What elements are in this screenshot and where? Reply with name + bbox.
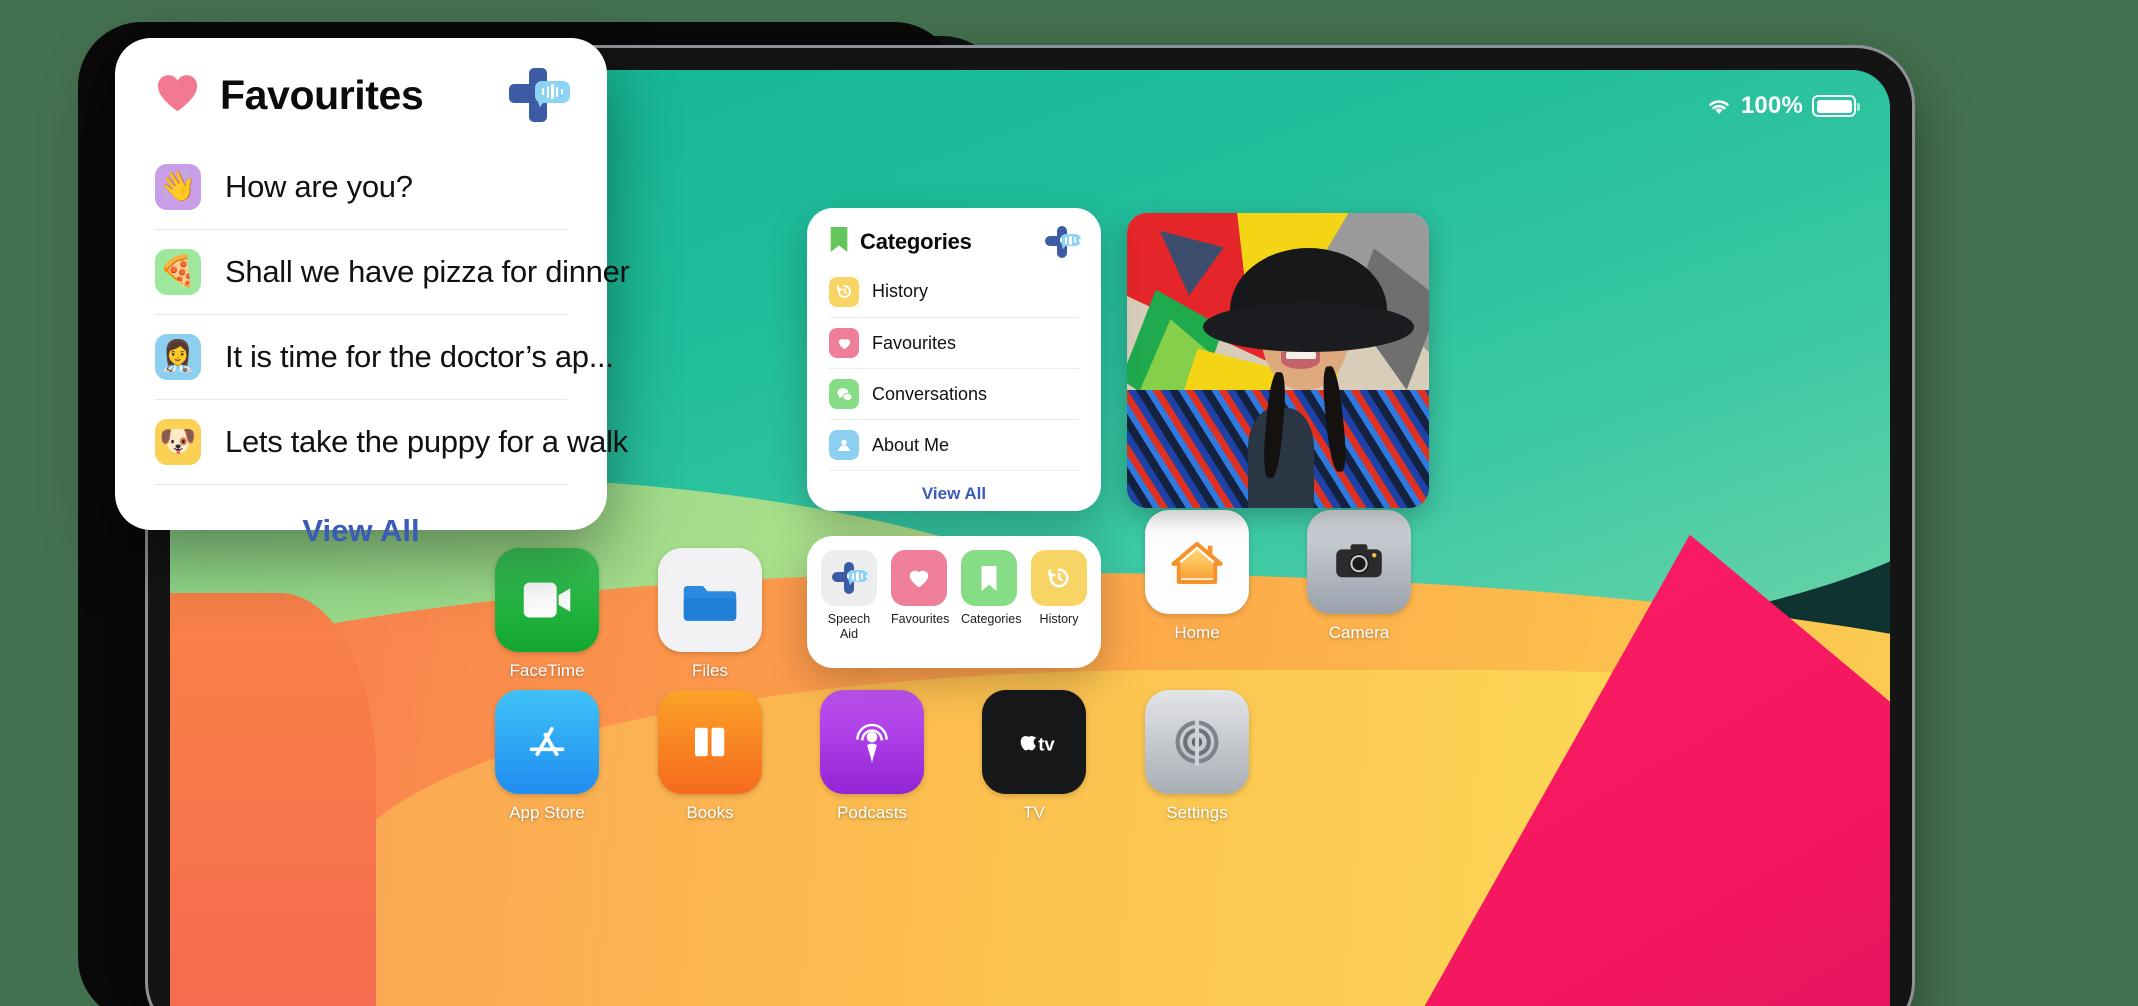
app-label: History bbox=[1039, 612, 1079, 626]
category-label: History bbox=[872, 281, 929, 301]
favourite-row[interactable]: 🍕 Shall we have pizza for dinner bbox=[155, 229, 630, 314]
app-cell-favourites[interactable]: Favourites bbox=[891, 550, 950, 642]
favourite-row[interactable]: 🐶 Lets take the puppy for a walk bbox=[155, 399, 628, 484]
favourite-phrase: It is time for the doctor’s ap... bbox=[225, 339, 614, 374]
apple-tv-icon: tv bbox=[982, 690, 1086, 794]
bookmark-icon bbox=[961, 550, 1017, 606]
categories-title: Categories bbox=[860, 229, 972, 254]
category-row[interactable]: About Me bbox=[829, 419, 1079, 470]
books-icon bbox=[658, 690, 762, 794]
favourite-row[interactable]: 👋 How are you? bbox=[155, 144, 567, 229]
home-icon-facetime[interactable]: FaceTime bbox=[495, 548, 599, 681]
camera-icon bbox=[1307, 510, 1411, 614]
conversations-icon bbox=[829, 379, 859, 409]
emoji-tile: 🍕 bbox=[155, 249, 201, 295]
categories-header: Categories bbox=[829, 226, 1082, 258]
plus-speech-glyph bbox=[832, 562, 869, 594]
categories-card: Categories History Favourites Conversati… bbox=[807, 208, 1101, 511]
home-icon-label: Settings bbox=[1166, 803, 1228, 822]
app-label: Categories bbox=[961, 612, 1022, 626]
battery-icon bbox=[1812, 95, 1860, 117]
home-icon-apple-tv[interactable]: tv TV bbox=[982, 690, 1086, 823]
home-icon-home[interactable]: Home bbox=[1145, 510, 1249, 643]
home-icon-label: Home bbox=[1174, 623, 1220, 642]
app-label: Speech Aid bbox=[827, 612, 871, 641]
facetime-icon bbox=[495, 548, 599, 652]
category-label: About Me bbox=[872, 434, 950, 455]
category-row[interactable]: History bbox=[829, 266, 1079, 317]
home-icon-label: FaceTime bbox=[509, 661, 585, 680]
home-icon-podcasts[interactable]: Podcasts bbox=[820, 690, 924, 823]
settings-icon bbox=[1145, 690, 1249, 794]
home-icon-label: Files bbox=[692, 661, 728, 680]
favourite-phrase: Lets take the puppy for a walk bbox=[225, 424, 628, 459]
app-cell-speech-aid[interactable]: Speech Aid bbox=[821, 550, 877, 642]
home-icon-label: Podcasts bbox=[837, 803, 907, 822]
favourite-row[interactable]: 👩‍⚕️ It is time for the doctor’s ap... bbox=[155, 314, 614, 399]
home-icon-settings[interactable]: Settings bbox=[1145, 690, 1249, 823]
person-icon bbox=[829, 430, 859, 460]
app-label: Favourites bbox=[891, 612, 950, 626]
speech-bubble-shape bbox=[846, 569, 869, 583]
home-icon-app-store[interactable]: App Store bbox=[495, 690, 599, 823]
speech-aid-plus-icon[interactable] bbox=[1045, 226, 1082, 258]
favourites-title: Favourites bbox=[220, 71, 424, 118]
home-icon-label: App Store bbox=[509, 803, 585, 822]
photo-hat-brim bbox=[1202, 301, 1414, 352]
speech-bubble-shape bbox=[534, 80, 571, 103]
category-row[interactable]: Conversations bbox=[829, 368, 1079, 419]
battery-percent-label: 100% bbox=[1740, 92, 1803, 119]
app-cell-categories[interactable]: Categories bbox=[961, 550, 1022, 642]
category-label: Favourites bbox=[872, 332, 957, 353]
history-icon bbox=[829, 276, 859, 307]
home-icon-label: Books bbox=[686, 803, 734, 822]
emoji-tile: 👩‍⚕️ bbox=[155, 334, 201, 380]
status-bar: 100% bbox=[1706, 92, 1860, 120]
photo-teeth bbox=[1285, 351, 1316, 360]
categories-view-all-button[interactable]: View All bbox=[829, 470, 1079, 504]
home-icon-label: Camera bbox=[1328, 623, 1390, 642]
wallpaper-orange-left-layer bbox=[170, 592, 377, 1006]
favourite-phrase: How are you? bbox=[225, 168, 413, 204]
category-label: Conversations bbox=[872, 383, 988, 404]
podcasts-icon bbox=[820, 690, 924, 794]
bookmark-icon bbox=[829, 226, 849, 258]
home-icon-label: TV bbox=[1023, 803, 1045, 822]
home-icon-books[interactable]: Books bbox=[658, 690, 762, 823]
app-cell-history[interactable]: History bbox=[1031, 550, 1087, 642]
category-row[interactable]: Favourites bbox=[829, 317, 1079, 368]
speech-aid-plus-icon[interactable] bbox=[509, 68, 571, 122]
home-icon-camera[interactable]: Camera bbox=[1307, 510, 1411, 643]
app-store-icon bbox=[495, 690, 599, 794]
heart-icon bbox=[829, 328, 859, 358]
apps-grid: Speech Aid Favourites Categories History bbox=[821, 550, 1087, 642]
favourite-phrase: Shall we have pizza for dinner bbox=[225, 254, 630, 289]
emoji-tile: 👋 bbox=[155, 163, 201, 210]
history-icon bbox=[1031, 550, 1087, 606]
heart-icon bbox=[155, 72, 200, 118]
favourites-card: Favourites 👋 How are you? 🍕 Shall we hav… bbox=[115, 38, 630, 548]
favourites-view-all-button[interactable]: View All bbox=[155, 484, 567, 549]
home-icon bbox=[1145, 510, 1249, 614]
speech-aid-icon bbox=[821, 550, 877, 606]
photo-widget[interactable] bbox=[1127, 213, 1429, 508]
apps-widget: Speech Aid Favourites Categories History bbox=[807, 536, 1101, 668]
home-icon-files[interactable]: Files bbox=[658, 548, 762, 681]
wifi-icon bbox=[1706, 96, 1732, 116]
favourites-header: Favourites bbox=[155, 68, 571, 122]
svg-text:tv: tv bbox=[1038, 733, 1055, 754]
files-icon bbox=[658, 548, 762, 652]
heart-icon bbox=[891, 550, 947, 606]
speech-bubble-shape bbox=[1059, 233, 1082, 247]
emoji-tile: 🐶 bbox=[155, 419, 201, 465]
